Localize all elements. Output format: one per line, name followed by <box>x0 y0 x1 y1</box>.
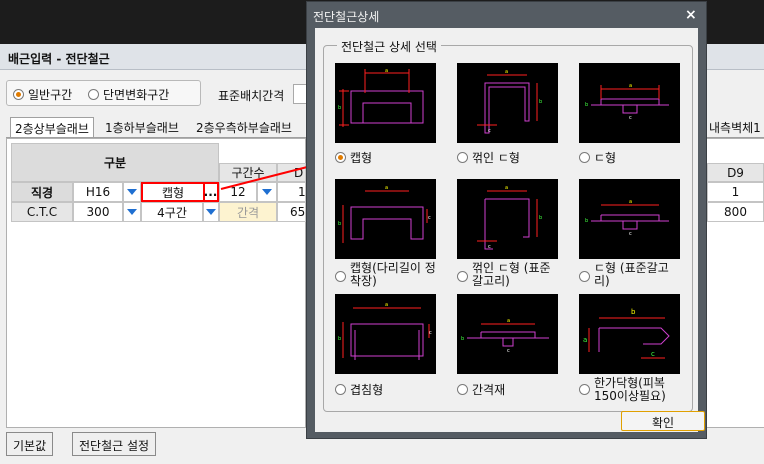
chevron-down-icon <box>204 203 218 221</box>
svg-text:b: b <box>461 336 464 342</box>
radio-spacer[interactable] <box>457 384 468 395</box>
dialog-title: 전단철근상세 <box>313 10 380 24</box>
radio-section-change[interactable] <box>88 89 99 100</box>
section-type-dropdown[interactable] <box>203 202 219 222</box>
radio-bent-c[interactable] <box>457 152 468 163</box>
grid-header-group: 구분 <box>11 143 219 182</box>
c-hook-shape-diagram-icon[interactable]: a b c <box>579 179 680 259</box>
single-bar-shape-diagram-icon[interactable]: b a c <box>579 294 680 374</box>
d-partial-value-2: 65 <box>277 202 306 222</box>
cap-shape-diagram-icon[interactable]: ab <box>335 63 436 143</box>
close-icon[interactable]: × <box>685 7 697 23</box>
radio-general-label: 일반구간 <box>28 88 73 102</box>
svg-text:a: a <box>583 336 587 344</box>
svg-text:c: c <box>507 348 510 354</box>
option-overlap-label: 겹침형 <box>350 383 384 397</box>
svg-text:b: b <box>338 221 341 227</box>
section-mode-radio-group: 일반구간 단면변화구간 <box>6 80 201 106</box>
svg-text:a: a <box>629 83 632 89</box>
option-bent-c-hook[interactable]: 꺾인 ㄷ형 (표준갈고리) <box>457 262 561 288</box>
grid-row-label-ctc: C.T.C <box>11 202 73 222</box>
svg-text:c: c <box>488 128 491 134</box>
option-c[interactable]: ㄷ형 <box>579 151 616 165</box>
svg-text:a: a <box>507 318 510 324</box>
option-spacer[interactable]: 간격재 <box>457 383 505 397</box>
option-c-label: ㄷ형 <box>594 151 617 165</box>
bent-c-hook-shape-diagram-icon[interactable]: a b c <box>457 179 558 259</box>
dim-b: b <box>338 105 341 111</box>
ctc-value[interactable]: 300 <box>73 202 123 222</box>
d9-value-2[interactable]: 800 <box>707 202 764 222</box>
shear-rebar-settings-button[interactable]: 전단철근 설정 <box>72 432 157 456</box>
d9-value-1[interactable]: 1 <box>707 182 764 202</box>
standard-spacing-label: 표준배치간격 <box>218 89 285 103</box>
svg-text:b: b <box>585 218 588 224</box>
chevron-down-icon <box>125 183 139 201</box>
option-c-hook[interactable]: ㄷ형 (표준갈고리) <box>579 262 683 288</box>
radio-cap[interactable] <box>335 152 346 163</box>
spacing-cell[interactable]: 간격 <box>219 202 277 222</box>
overlap-shape-diagram-icon[interactable]: a b c <box>335 294 436 374</box>
radio-cap-anchor[interactable] <box>335 271 346 282</box>
c-shape-diagram-icon[interactable]: a b c <box>579 63 680 143</box>
svg-text:a: a <box>505 185 508 191</box>
diameter-value[interactable]: H16 <box>73 182 123 202</box>
option-cap-anchor-label: 캡형(다리길이 정착장) <box>350 261 436 288</box>
svg-text:c: c <box>429 330 432 336</box>
svg-text:b: b <box>585 102 588 108</box>
svg-text:b: b <box>338 336 341 342</box>
standard-spacing-input[interactable] <box>293 84 307 104</box>
svg-text:c: c <box>629 231 632 237</box>
option-bent-c-hook-label: 꺾인 ㄷ형 (표준갈고리) <box>472 261 551 288</box>
chevron-down-icon <box>125 203 139 221</box>
tab-1f-bottom-slab[interactable]: 1층하부슬래브 <box>101 117 183 137</box>
radio-c-hook[interactable] <box>579 271 590 282</box>
dim-a: a <box>385 68 388 74</box>
shape-cell[interactable]: 캡형 <box>141 182 205 202</box>
radio-bent-c-hook[interactable] <box>457 271 468 282</box>
svg-text:a: a <box>385 185 388 191</box>
option-overlap[interactable]: 겹침형 <box>335 383 383 397</box>
option-bent-c[interactable]: 꺾인 ㄷ형 <box>457 151 520 165</box>
default-button[interactable]: 기본값 <box>6 432 54 456</box>
radio-general-section[interactable] <box>13 89 24 100</box>
tab-2f-top-slab[interactable]: 2층상부슬래브 <box>10 117 94 137</box>
svg-text:c: c <box>428 215 431 221</box>
svg-text:a: a <box>385 302 388 308</box>
ok-button[interactable]: 확인 <box>621 411 705 431</box>
cap-anchor-shape-diagram-icon[interactable]: a b c <box>335 179 436 259</box>
option-cap-label: 캡형 <box>350 151 373 165</box>
svg-text:b: b <box>539 99 542 105</box>
section-type-value[interactable]: 4구간 <box>141 202 203 222</box>
option-cap[interactable]: 캡형 <box>335 151 372 165</box>
radio-c[interactable] <box>579 152 590 163</box>
option-single-bar-label: 한가닥형(피복 150이상필요) <box>594 376 666 403</box>
radio-overlap[interactable] <box>335 384 346 395</box>
shear-rebar-detail-dialog: 전단철근상세 × 전단철근 상세 선택 ab abc abc 캡형 꺾인 ㄷ형 … <box>306 1 707 439</box>
radio-section-change-label: 단면변화구간 <box>103 88 170 102</box>
svg-text:b: b <box>631 308 636 316</box>
spacer-shape-diagram-icon[interactable]: a b c <box>457 294 558 374</box>
svg-text:c: c <box>651 350 655 358</box>
svg-text:c: c <box>629 115 632 121</box>
diameter-dropdown[interactable] <box>123 182 141 202</box>
ctc-dropdown[interactable] <box>123 202 141 222</box>
svg-text:a: a <box>629 199 632 205</box>
svg-text:b: b <box>539 215 542 221</box>
option-bent-c-label: 꺾인 ㄷ형 <box>472 151 520 165</box>
group-label: 전단철근 상세 선택 <box>337 38 441 55</box>
option-cap-anchor[interactable]: 캡형(다리길이 정착장) <box>335 262 439 288</box>
radio-single-bar[interactable] <box>579 384 590 395</box>
svg-text:c: c <box>488 244 491 250</box>
option-spacer-label: 간격재 <box>472 383 506 397</box>
svg-text:a: a <box>505 69 508 75</box>
grid-header-d9: D9 <box>707 163 764 182</box>
bent-c-shape-diagram-icon[interactable]: a b c <box>457 63 558 143</box>
grid-row-label-diameter: 직경 <box>11 182 73 202</box>
tab-2f-right-bottom-slab[interactable]: 2층우측하부슬래브 <box>192 117 296 137</box>
tab-inner-wall[interactable]: 내측벽체1 <box>708 117 764 137</box>
dialog-body: 전단철근 상세 선택 ab abc abc 캡형 꺾인 ㄷ형 ㄷ형 a b c … <box>315 28 705 432</box>
option-c-hook-label: ㄷ형 (표준갈고리) <box>594 261 669 288</box>
option-single-bar[interactable]: 한가닥형(피복 150이상필요) <box>579 377 683 403</box>
